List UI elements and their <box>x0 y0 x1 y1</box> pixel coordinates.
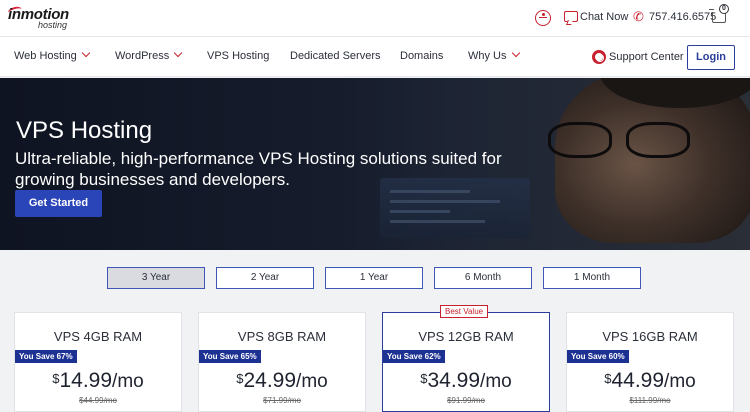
nav-item-domains[interactable]: Domains <box>400 50 443 62</box>
get-started-button[interactable]: Get Started <box>15 190 102 217</box>
nav-item-label: Domains <box>400 50 444 62</box>
price-period: /mo <box>664 371 696 392</box>
nav-item-label: Why Us <box>468 50 507 62</box>
nav-item-why-us[interactable]: Why Us <box>468 48 520 62</box>
nav-item-vps-hosting[interactable]: VPS Hosting <box>207 50 269 62</box>
old-price: $91.99/mo <box>383 396 549 405</box>
hero-title: VPS Hosting <box>16 117 153 144</box>
plan-card-vps-4gb[interactable]: VPS 4GB RAM You Save 67% $14.99/mo $44.9… <box>14 312 182 412</box>
term-tab-1-year[interactable]: 1 Year <box>325 267 423 289</box>
phone-number-link[interactable]: 757.416.6575 <box>649 11 716 23</box>
price-currency: $ <box>420 371 428 386</box>
old-price: $71.99/mo <box>199 396 365 405</box>
plan-price: $14.99/mo <box>15 369 181 393</box>
chevron-down-icon <box>511 48 520 58</box>
term-tab-6-month[interactable]: 6 Month <box>434 267 532 289</box>
chevron-down-icon <box>81 48 91 58</box>
savings-badge: You Save 65% <box>199 350 261 363</box>
plan-name: VPS 4GB RAM <box>53 329 143 344</box>
price-amount: 34.99 <box>427 369 481 392</box>
cart-count-badge: 0 <box>719 4 729 14</box>
login-button[interactable]: Login <box>687 45 735 70</box>
term-tab-2-year[interactable]: 2 Year <box>216 267 314 289</box>
glasses-graphic <box>548 122 698 160</box>
old-price-value: 71.99/mo <box>267 396 301 405</box>
price-amount: 14.99 <box>59 369 113 392</box>
hero-subtitle: Ultra-reliable, high-performance VPS Hos… <box>15 149 502 189</box>
plan-price: $34.99/mo <box>383 369 549 393</box>
price-period: /mo <box>296 371 328 392</box>
best-value-badge: Best Value <box>440 305 489 318</box>
nav-item-label: Dedicated Servers <box>290 50 381 62</box>
savings-badge: You Save 67% <box>15 350 77 363</box>
nav-item-label: VPS Hosting <box>207 50 270 62</box>
price-period: /mo <box>480 371 512 392</box>
old-price-value: 44.99/mo <box>83 396 117 405</box>
old-price: $44.99/mo <box>15 396 181 405</box>
logo-sub-text: hosting <box>38 20 68 30</box>
accessibility-icon[interactable] <box>535 10 551 26</box>
old-price-value: 111.99/mo <box>633 396 671 405</box>
top-bar: inmotion hosting Chat Now ✆ 757.416.6575… <box>0 0 750 37</box>
price-currency: $ <box>604 371 612 386</box>
plan-card-vps-8gb[interactable]: VPS 8GB RAM You Save 65% $24.99/mo $71.9… <box>198 312 366 412</box>
nav-item-label: Web Hosting <box>14 50 77 62</box>
plan-name: VPS 8GB RAM <box>237 329 327 344</box>
chat-icon[interactable] <box>564 11 578 22</box>
old-price-value: 91.99/mo <box>451 396 485 405</box>
term-tab-1-month[interactable]: 1 Month <box>543 267 641 289</box>
inmotion-logo[interactable]: inmotion hosting <box>7 5 98 30</box>
savings-badge: You Save 62% <box>383 350 445 363</box>
plan-price: $44.99/mo <box>567 369 733 393</box>
chat-now-link[interactable]: Chat Now <box>580 11 628 23</box>
price-period: /mo <box>112 371 144 392</box>
term-tab-3-year[interactable]: 3 Year <box>107 267 205 289</box>
support-center-link[interactable]: Support Center <box>609 51 684 63</box>
plan-name: VPS 12GB RAM <box>418 329 514 344</box>
savings-badge: You Save 60% <box>567 350 629 363</box>
lifebuoy-icon[interactable] <box>592 50 606 64</box>
price-amount: 24.99 <box>243 369 297 392</box>
price-currency: $ <box>236 371 244 386</box>
plan-name: VPS 16GB RAM <box>602 329 698 344</box>
price-currency: $ <box>52 371 60 386</box>
price-amount: 44.99 <box>611 369 665 392</box>
phone-icon[interactable]: ✆ <box>633 10 647 24</box>
old-price: $111.99/mo <box>567 396 733 405</box>
nav-item-web-hosting[interactable]: Web Hosting <box>14 48 91 62</box>
plan-price: $24.99/mo <box>199 369 365 393</box>
plan-card-vps-16gb[interactable]: VPS 16GB RAM You Save 60% $44.99/mo $111… <box>566 312 734 412</box>
nav-item-label: WordPress <box>115 50 170 62</box>
chevron-down-icon <box>173 48 183 58</box>
nav-item-wordpress[interactable]: WordPress <box>115 48 183 62</box>
plan-card-vps-12gb[interactable]: VPS 12GB RAM You Save 62% $34.99/mo $91.… <box>382 312 550 412</box>
nav-item-dedicated-servers[interactable]: Dedicated Servers <box>290 50 381 62</box>
